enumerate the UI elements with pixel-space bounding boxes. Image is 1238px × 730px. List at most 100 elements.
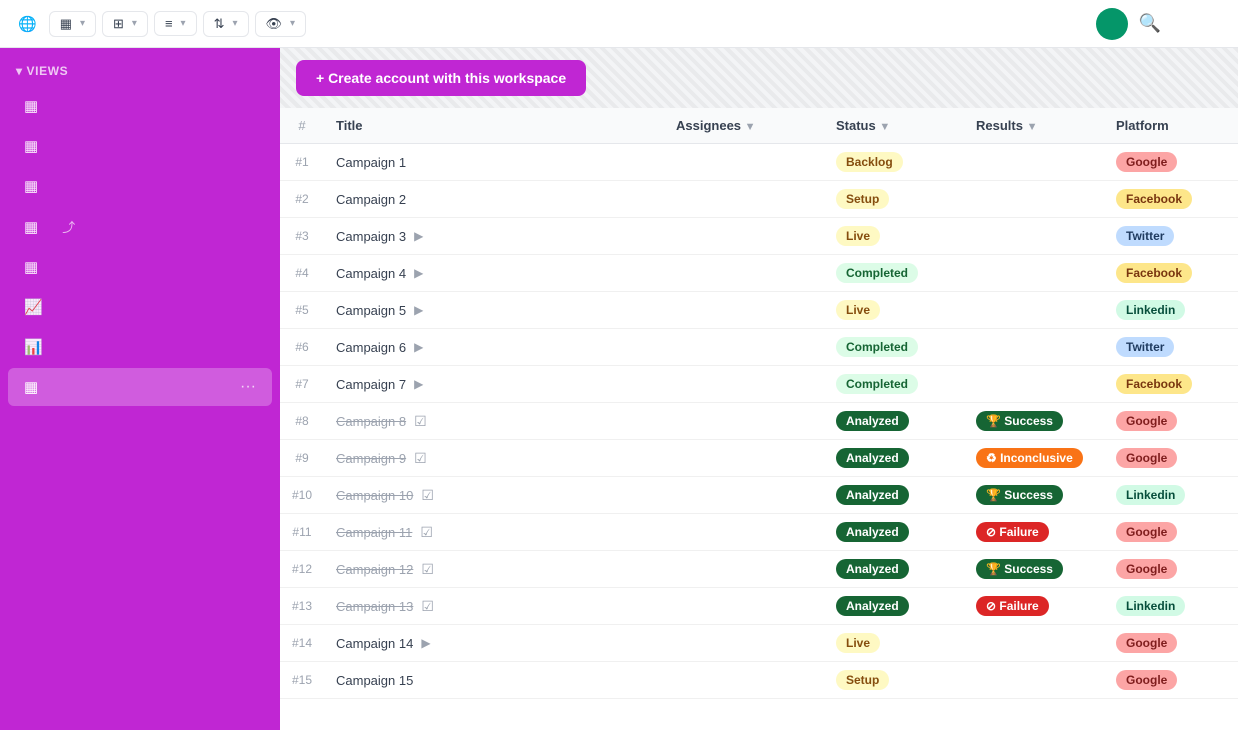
appearance-icon: 👁: [266, 16, 283, 32]
table-row[interactable]: #3Campaign 3▶LiveTwitter: [280, 218, 1238, 255]
row-expand-arrow[interactable]: ▶: [414, 377, 423, 391]
row-results: [964, 181, 1104, 218]
avatar[interactable]: [1096, 8, 1128, 40]
sort-button[interactable]: ⇅ ▾: [203, 11, 249, 37]
platform-badge: Facebook: [1116, 374, 1192, 394]
table-row[interactable]: #15Campaign 15SetupGoogle: [280, 662, 1238, 699]
table-row[interactable]: #9Campaign 9☑Analyzed♻ InconclusiveGoogl…: [280, 440, 1238, 477]
sidebar-item-all-campaigns[interactable]: ▦ ···: [8, 368, 272, 406]
filter-button[interactable]: ≡ ▾: [154, 11, 197, 36]
search-button[interactable]: 🔍: [1134, 8, 1166, 40]
col-assignees[interactable]: Assignees ▼: [664, 108, 824, 144]
table-row[interactable]: #13Campaign 13☑Analyzed⊘ FailureLinkedin: [280, 588, 1238, 625]
status-badge: Backlog: [836, 152, 903, 172]
table-row[interactable]: #12Campaign 12☑Analyzed🏆 SuccessGoogle: [280, 551, 1238, 588]
charts-icon: 📊: [24, 338, 43, 356]
platform-badge: Google: [1116, 670, 1177, 690]
table-row[interactable]: #8Campaign 8☑Analyzed🏆 SuccessGoogle: [280, 403, 1238, 440]
row-check-icon[interactable]: ☑: [420, 524, 433, 541]
platform-badge: Facebook: [1116, 263, 1192, 283]
group-icon: ⊞: [113, 16, 124, 32]
row-assignees: [664, 662, 824, 699]
result-badge: ⊘ Failure: [976, 522, 1049, 542]
platform-badge: Linkedin: [1116, 485, 1185, 505]
result-badge: 🏆 Success: [976, 411, 1063, 431]
sidebar-item-charts[interactable]: 📊: [8, 328, 272, 366]
row-expand-arrow[interactable]: ▶: [414, 303, 423, 317]
table-row[interactable]: #10Campaign 10☑Analyzed🏆 SuccessLinkedin: [280, 477, 1238, 514]
row-title: Campaign 10☑: [324, 477, 664, 514]
sidebar-item-by-platform[interactable]: ▦ ⤴: [8, 207, 272, 246]
status-badge: Analyzed: [836, 411, 909, 431]
row-check-icon[interactable]: ☑: [421, 487, 434, 504]
sidebar-item-results[interactable]: ▦: [8, 248, 272, 286]
content-area: + Create account with this workspace # T…: [280, 48, 1238, 730]
row-num: #5: [280, 292, 324, 329]
row-title: Campaign 13☑: [324, 588, 664, 625]
status-badge: Live: [836, 226, 880, 246]
table-row[interactable]: #6Campaign 6▶CompletedTwitter: [280, 329, 1238, 366]
more-icon[interactable]: ···: [240, 378, 256, 396]
row-status: Setup: [824, 181, 964, 218]
group-button[interactable]: ⊞ ▾: [102, 11, 148, 37]
row-num: #10: [280, 477, 324, 514]
filter-icon: ≡: [165, 16, 173, 31]
row-results: [964, 329, 1104, 366]
col-status[interactable]: Status ▼: [824, 108, 964, 144]
row-check-icon[interactable]: ☑: [414, 450, 427, 467]
sort-icon-results: ▼: [1027, 121, 1038, 133]
sidebar-item-timeline[interactable]: 📈: [8, 288, 272, 326]
table-row[interactable]: #7Campaign 7▶CompletedFacebook: [280, 366, 1238, 403]
table-row[interactable]: #11Campaign 11☑Analyzed⊘ FailureGoogle: [280, 514, 1238, 551]
row-check-icon[interactable]: ☑: [421, 561, 434, 578]
table-row[interactable]: #5Campaign 5▶LiveLinkedin: [280, 292, 1238, 329]
appearance-button[interactable]: 👁 ▾: [255, 11, 307, 37]
row-status: Analyzed: [824, 440, 964, 477]
sidebar-item-running-campaigns[interactable]: ▦: [8, 167, 272, 205]
row-expand-arrow[interactable]: ▶: [421, 636, 430, 650]
sidebar-item-campaign-pipeline[interactable]: ▦: [8, 127, 272, 165]
row-num: #14: [280, 625, 324, 662]
platform-badge: Google: [1116, 448, 1177, 468]
row-expand-arrow[interactable]: ▶: [414, 266, 423, 280]
row-status: Backlog: [824, 144, 964, 181]
table-row[interactable]: #4Campaign 4▶CompletedFacebook: [280, 255, 1238, 292]
row-title: Campaign 3▶: [324, 218, 664, 255]
status-badge: Analyzed: [836, 522, 909, 542]
status-badge: Live: [836, 300, 880, 320]
signup-button[interactable]: [1202, 20, 1226, 28]
table-button[interactable]: ▦ ▾: [49, 11, 96, 37]
row-title: Campaign 9☑: [324, 440, 664, 477]
row-results: 🏆 Success: [964, 403, 1104, 440]
row-assignees: [664, 403, 824, 440]
row-platform: Linkedin: [1104, 292, 1238, 329]
row-assignees: [664, 144, 824, 181]
views-label: ▾ Views: [0, 48, 280, 86]
row-assignees: [664, 588, 824, 625]
table-grid-icon3: ▦: [24, 177, 38, 195]
create-account-button[interactable]: + Create account with this workspace: [296, 60, 586, 96]
row-assignees: [664, 477, 824, 514]
row-platform: Twitter: [1104, 329, 1238, 366]
row-check-icon[interactable]: ☑: [421, 598, 434, 615]
table-row[interactable]: #2Campaign 2SetupFacebook: [280, 181, 1238, 218]
row-title: Campaign 1: [324, 144, 664, 181]
row-results: [964, 625, 1104, 662]
row-expand-arrow[interactable]: ▶: [414, 229, 423, 243]
sidebar-item-pipeline-by-platform[interactable]: ▦: [8, 87, 272, 125]
platform-badge: Google: [1116, 559, 1177, 579]
col-platform: Platform: [1104, 108, 1238, 144]
row-results: ♻ Inconclusive: [964, 440, 1104, 477]
row-status: Analyzed: [824, 514, 964, 551]
row-title: Campaign 7▶: [324, 366, 664, 403]
globe-icon: 🌐: [18, 15, 37, 33]
col-results[interactable]: Results ▼: [964, 108, 1104, 144]
row-results: 🏆 Success: [964, 551, 1104, 588]
login-button[interactable]: [1172, 20, 1196, 28]
row-check-icon[interactable]: ☑: [414, 413, 427, 430]
table-row[interactable]: #14Campaign 14▶LiveGoogle: [280, 625, 1238, 662]
row-platform: Linkedin: [1104, 477, 1238, 514]
row-num: #8: [280, 403, 324, 440]
table-row[interactable]: #1Campaign 1BacklogGoogle: [280, 144, 1238, 181]
row-expand-arrow[interactable]: ▶: [414, 340, 423, 354]
